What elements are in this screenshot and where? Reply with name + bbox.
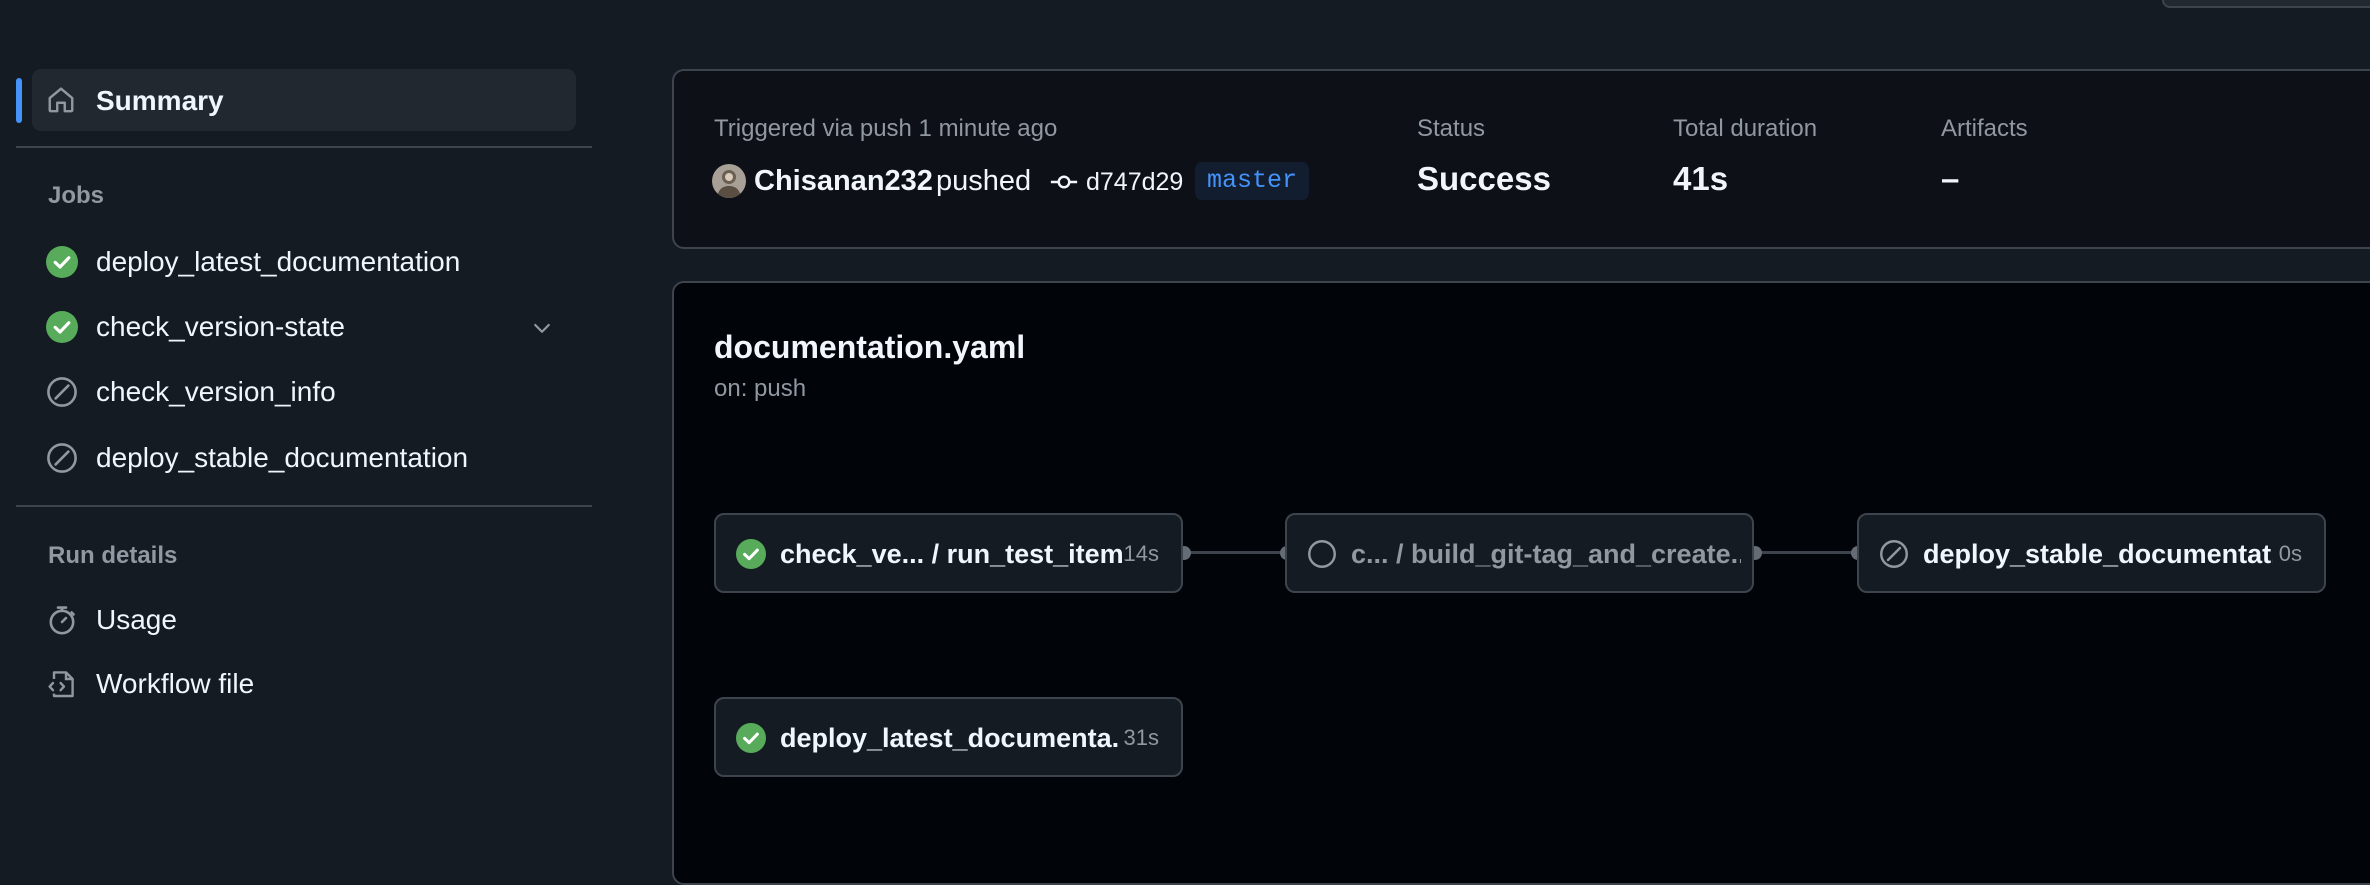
duration-label: Total duration [1673, 115, 1818, 142]
skipped-icon [1880, 540, 1908, 568]
skipped-icon [47, 443, 77, 473]
header-button[interactable] [2162, 0, 2370, 8]
job-node[interactable]: check_ve... / run_test_items 14s [714, 513, 1183, 593]
workflow-file-label: Workflow file [96, 668, 255, 699]
job-node-label: deploy_stable_documentat... [1923, 539, 2273, 569]
home-icon [48, 87, 74, 113]
sidebar-divider [16, 146, 592, 148]
job-node[interactable]: deploy_latest_documenta... 31s [714, 697, 1183, 777]
sidebar-item-usage[interactable]: Usage [32, 595, 576, 645]
file-code-icon [48, 671, 74, 698]
sidebar-item-workflow-file[interactable]: Workflow file [32, 659, 576, 709]
job-label: deploy_latest_documentation [96, 246, 461, 277]
check-circle-icon [736, 723, 766, 753]
sidebar-item-job[interactable]: check_version-state [32, 302, 576, 352]
sidebar-divider [16, 505, 592, 507]
job-node-duration: 31s [1123, 725, 1159, 750]
push-action: pushed [936, 165, 1032, 197]
artifacts-value: – [1941, 160, 1960, 197]
git-commit-icon [1050, 175, 1078, 189]
check-circle-icon [46, 246, 78, 278]
job-node[interactable]: c... / build_git-tag_and_create... [1285, 513, 1754, 593]
actor-name[interactable]: Chisanan232 [754, 162, 933, 200]
duration-value: 41s [1673, 160, 1729, 197]
jobs-heading: Jobs [48, 182, 105, 209]
job-node-label: deploy_latest_documenta... [780, 723, 1120, 753]
check-circle-icon [46, 311, 78, 343]
graph-connector [1184, 551, 1286, 554]
trigger-text: Triggered via push 1 minute ago [714, 115, 1058, 142]
job-label: check_version-state [96, 311, 346, 342]
job-node-duration: 0s [2278, 541, 2302, 566]
artifacts-label: Artifacts [1941, 115, 2028, 142]
active-indicator [16, 78, 22, 123]
job-node-duration: 14s [1123, 541, 1159, 566]
graph-connector [1755, 551, 1857, 554]
sidebar-item-job[interactable]: deploy_stable_documentation [32, 433, 576, 483]
job-label: deploy_stable_documentation [96, 442, 469, 473]
sidebar-item-summary-label: Summary [96, 85, 224, 116]
run-details-heading: Run details [48, 542, 178, 569]
status-value: Success [1417, 160, 1551, 197]
job-node-label: c... / build_git-tag_and_create... [1351, 539, 1741, 569]
chevron-down-icon[interactable] [530, 316, 554, 340]
job-label: check_version_info [96, 376, 336, 407]
usage-label: Usage [96, 604, 177, 635]
branch-badge[interactable]: master [1195, 162, 1310, 200]
check-circle-icon [736, 539, 766, 569]
pending-circle-icon [1308, 540, 1336, 568]
stopwatch-icon [49, 606, 75, 635]
status-label: Status [1417, 115, 1486, 142]
sidebar-item-job[interactable]: deploy_latest_documentation [32, 237, 576, 287]
skipped-icon [47, 377, 77, 407]
job-node-label: check_ve... / run_test_items [780, 539, 1125, 569]
workflow-file-name[interactable]: documentation.yaml [714, 327, 1025, 367]
avatar[interactable] [712, 164, 746, 198]
job-node[interactable]: deploy_stable_documentat... 0s [1857, 513, 2326, 593]
workflow-trigger: on: push [714, 375, 807, 402]
sidebar-item-job[interactable]: check_version_info [32, 367, 576, 417]
commit-sha[interactable]: d747d29 [1086, 163, 1183, 201]
